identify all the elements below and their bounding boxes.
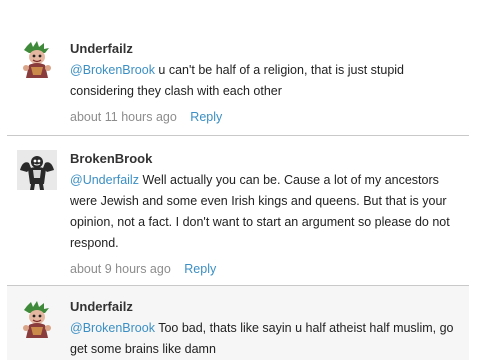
mention-link[interactable]: @BrokenBrook (70, 63, 155, 77)
comment-body: BrokenBrook @Underfailz Well actually yo… (70, 150, 465, 278)
comment-item: BrokenBrook @Underfailz Well actually yo… (7, 136, 469, 286)
comment-timestamp: about 11 hours ago (70, 110, 177, 124)
comment-text: @Underfailz Well actually you can be. Ca… (70, 170, 465, 254)
comment-text: @BrokenBrook u can't be half of a religi… (70, 60, 465, 102)
cartoon-avatar-icon (17, 300, 57, 340)
comment-author[interactable]: Underfailz (70, 40, 465, 58)
comment-item: Underfailz @BrokenBrook Too bad, thats l… (7, 286, 469, 360)
reply-button[interactable]: Reply (190, 110, 222, 124)
user-avatar-brokenbrook[interactable] (17, 150, 57, 190)
muscle-avatar-icon (17, 150, 57, 190)
comment-timestamp: about 9 hours ago (70, 262, 171, 276)
comment-text: @BrokenBrook Too bad, thats like sayin u… (70, 318, 465, 360)
comment-item: Underfailz @BrokenBrook u can't be half … (7, 0, 469, 136)
comment-feed: Underfailz @BrokenBrook u can't be half … (0, 0, 480, 360)
comment-body: Underfailz @BrokenBrook u can't be half … (70, 40, 465, 126)
reply-button[interactable]: Reply (184, 262, 216, 276)
mention-link[interactable]: @Underfailz (70, 173, 139, 187)
mention-link[interactable]: @BrokenBrook (70, 321, 155, 335)
comment-meta: about 11 hours ago Reply (70, 108, 465, 126)
user-avatar-underfailz[interactable] (17, 40, 57, 80)
comment-body: Underfailz @BrokenBrook Too bad, thats l… (70, 298, 465, 360)
comment-meta: about 9 hours ago Reply (70, 260, 465, 278)
comment-author[interactable]: Underfailz (70, 298, 465, 316)
cartoon-avatar-icon (17, 40, 57, 80)
comment-author[interactable]: BrokenBrook (70, 150, 465, 168)
user-avatar-underfailz[interactable] (17, 300, 57, 340)
